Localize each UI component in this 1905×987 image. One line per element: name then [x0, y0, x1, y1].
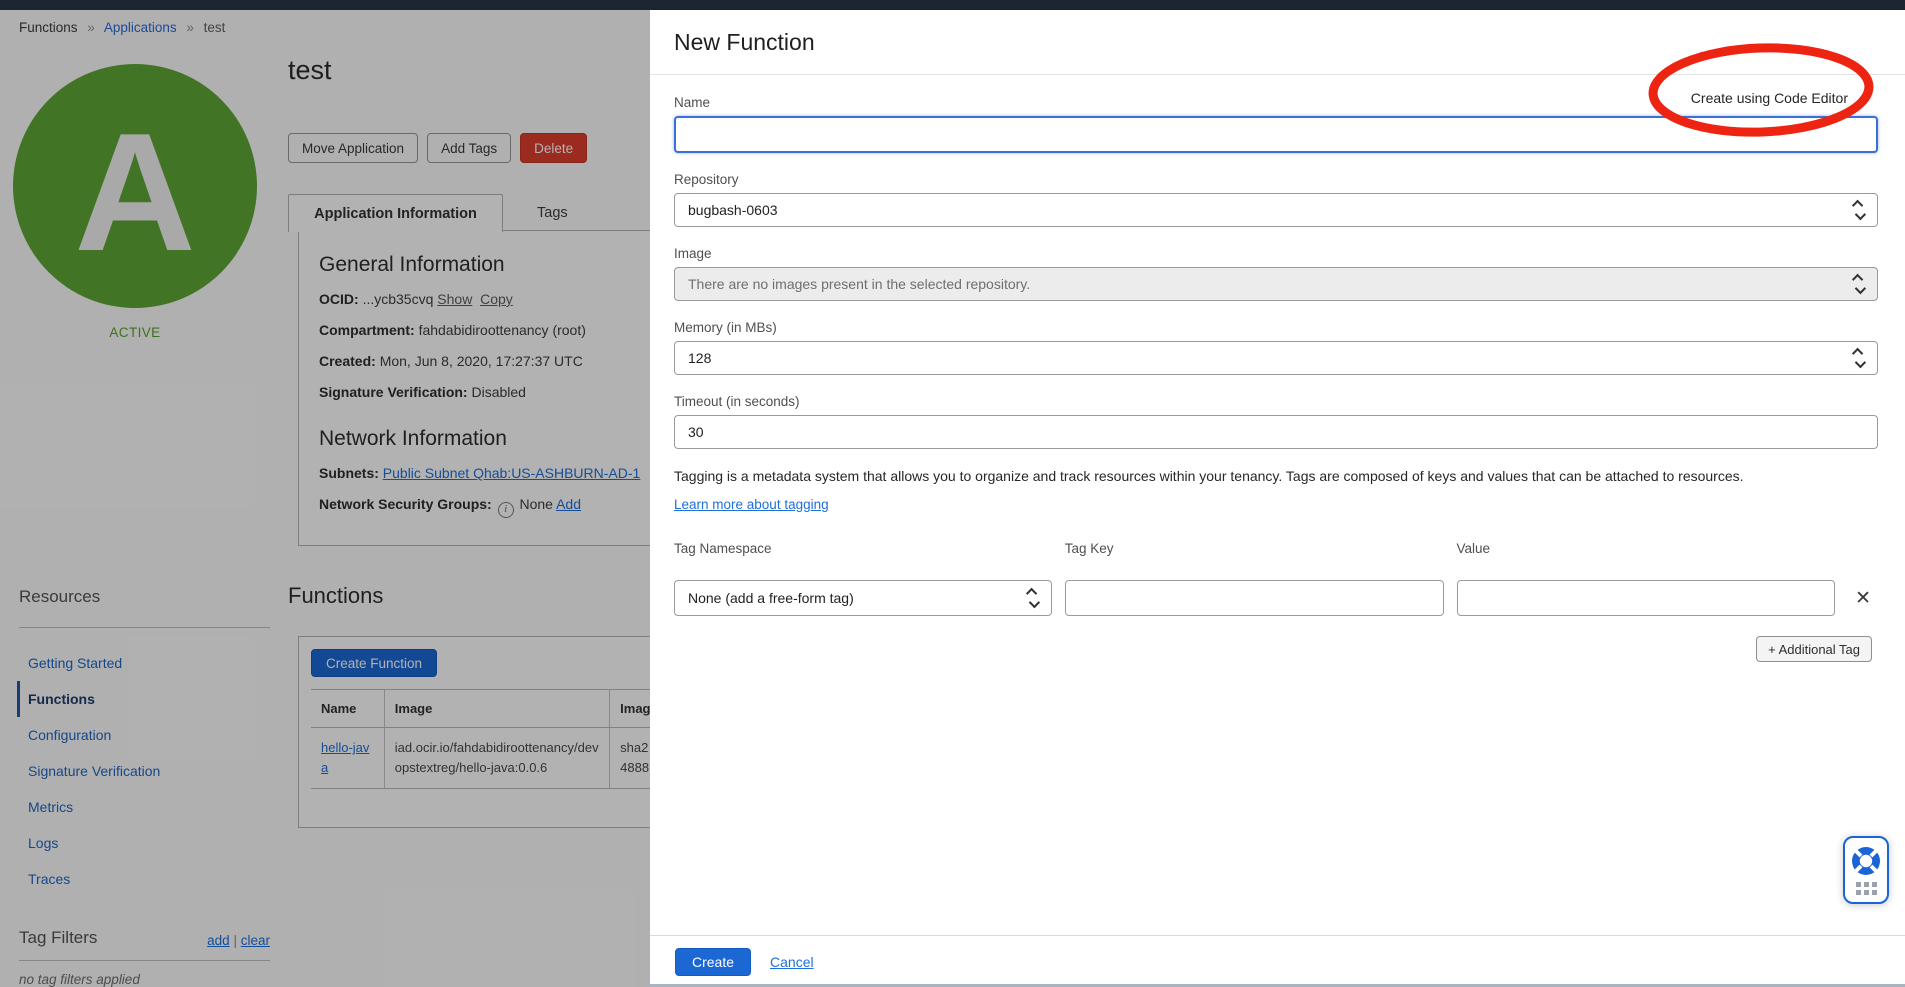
console-topbar: [0, 0, 1905, 10]
memory-selected-value: 128: [688, 350, 711, 366]
new-function-form: Name Repository bugbash-0603 Image There…: [650, 75, 1905, 662]
tag-key-input[interactable]: [1065, 580, 1444, 616]
panel-footer: Create Cancel: [650, 935, 1905, 987]
new-function-panel: New Function Create using Code Editor Na…: [650, 10, 1905, 987]
updown-chevron-icon: [1855, 274, 1863, 294]
tag-namespace-selected-value: None (add a free-form tag): [688, 590, 854, 606]
tag-namespace-label: Tag Namespace: [674, 541, 1052, 556]
name-input[interactable]: [674, 116, 1878, 153]
create-button[interactable]: Create: [675, 948, 751, 976]
memory-label: Memory (in MBs): [674, 320, 1878, 335]
repository-label: Repository: [674, 172, 1878, 187]
drag-dots-icon: [1856, 882, 1877, 895]
updown-chevron-icon: [1855, 348, 1863, 368]
tagging-description: Tagging is a metadata system that allows…: [674, 468, 1878, 484]
repository-selected-value: bugbash-0603: [688, 202, 778, 218]
learn-more-tagging-link[interactable]: Learn more about tagging: [674, 497, 829, 512]
tag-row: Tag Namespace None (add a free-form tag)…: [674, 541, 1878, 616]
tag-namespace-select[interactable]: None (add a free-form tag): [674, 580, 1052, 616]
panel-header: New Function: [650, 10, 1905, 75]
remove-tag-icon[interactable]: ✕: [1848, 580, 1878, 616]
timeout-label: Timeout (in seconds): [674, 394, 1878, 409]
additional-tag-button[interactable]: + Additional Tag: [1756, 636, 1872, 662]
updown-chevron-icon: [1855, 200, 1863, 220]
screen: Functions » Applications » test A ACTIVE…: [0, 0, 1905, 987]
repository-select[interactable]: bugbash-0603: [674, 193, 1878, 227]
lifebuoy-icon: [1850, 845, 1882, 877]
tag-key-label: Tag Key: [1065, 541, 1444, 556]
memory-select[interactable]: 128: [674, 341, 1878, 375]
create-using-code-editor-link[interactable]: Create using Code Editor: [1691, 90, 1848, 106]
tag-value-input[interactable]: [1457, 580, 1836, 616]
modal-scrim[interactable]: [0, 0, 650, 987]
timeout-input[interactable]: 30: [674, 415, 1878, 449]
cancel-link[interactable]: Cancel: [770, 954, 814, 970]
image-label: Image: [674, 246, 1878, 261]
image-select: There are no images present in the selec…: [674, 267, 1878, 301]
panel-title: New Function: [674, 29, 815, 56]
help-widget[interactable]: [1843, 836, 1889, 904]
tag-value-label: Value: [1457, 541, 1836, 556]
image-placeholder-text: There are no images present in the selec…: [688, 276, 1030, 292]
updown-chevron-icon: [1029, 588, 1037, 608]
